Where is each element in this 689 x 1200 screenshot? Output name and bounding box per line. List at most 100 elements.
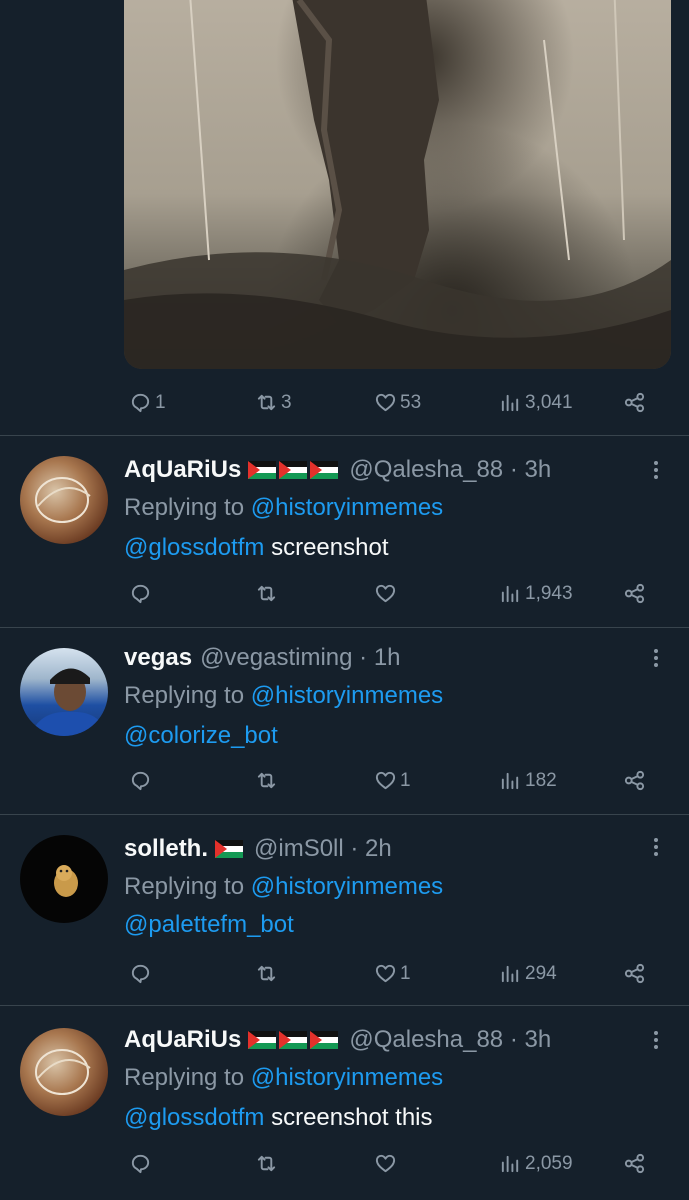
reply-tweet[interactable]: solleth. @imS0ll · 2h Replying to @histo…	[0, 815, 689, 1005]
retweet-icon	[257, 772, 276, 789]
views-button[interactable]: 182	[499, 769, 557, 792]
mention-link[interactable]: @glossdotfm	[124, 1104, 264, 1131]
share-button[interactable]	[623, 582, 646, 605]
heart-icon	[375, 584, 396, 603]
like-button[interactable]	[374, 582, 400, 605]
avatar[interactable]	[20, 456, 108, 544]
author-handle-time[interactable]: @imS0ll · 2h	[254, 835, 392, 863]
author-handle-time[interactable]: @Qalesha_88 · 3h	[349, 456, 551, 484]
tweet-text: @colorize_bot	[124, 722, 278, 750]
views-button[interactable]: 1,943	[499, 582, 573, 605]
more-options-button[interactable]	[646, 835, 666, 861]
retweet-count: 3	[281, 391, 292, 413]
more-options-button[interactable]	[646, 458, 666, 484]
flag-emojis	[248, 461, 341, 479]
like-button[interactable]	[374, 1152, 400, 1175]
tweet-text: @glossdotfm screenshot	[124, 534, 389, 562]
share-button[interactable]	[623, 391, 646, 414]
author-handle-time[interactable]: @vegastiming · 1h	[200, 644, 400, 672]
retweet-button[interactable]	[255, 582, 281, 605]
avatar[interactable]	[20, 1028, 108, 1116]
like-count: 1	[400, 962, 411, 984]
reply-icon	[131, 584, 150, 604]
replying-to-link[interactable]: @historyinmemes	[251, 494, 443, 521]
reply-icon	[131, 964, 150, 984]
retweet-button[interactable]	[255, 769, 281, 792]
tweet-text: @palettefm_bot	[124, 911, 294, 939]
like-button[interactable]: 1	[374, 962, 411, 985]
more-options-button[interactable]	[646, 1028, 666, 1054]
avatar-image	[35, 477, 91, 523]
palestine-flag-icon	[279, 1031, 308, 1049]
replying-to-link[interactable]: @historyinmemes	[251, 873, 443, 900]
replying-to-link[interactable]: @historyinmemes	[251, 1064, 443, 1091]
author-handle-time[interactable]: @Qalesha_88 · 3h	[349, 1026, 551, 1054]
share-icon	[624, 1153, 645, 1174]
share-icon	[624, 392, 645, 413]
tweet-body-text: screenshot this	[264, 1104, 433, 1131]
reply-button[interactable]: 1	[129, 391, 166, 414]
heart-icon	[375, 393, 396, 412]
replying-prefix: Replying to	[124, 494, 251, 521]
mention-link[interactable]: @colorize_bot	[124, 722, 278, 749]
share-button[interactable]	[623, 769, 646, 792]
reply-tweet[interactable]: AqUaRiUs @Qalesha_88 · 3h Replying to @h…	[0, 1006, 689, 1200]
retweet-icon	[257, 394, 276, 411]
reply-tweet[interactable]: vegas @vegastiming · 1h Replying to @his…	[0, 628, 689, 814]
reply-button[interactable]	[129, 769, 155, 792]
retweet-button[interactable]	[255, 962, 281, 985]
author-name[interactable]: vegas	[124, 644, 192, 672]
share-button[interactable]	[623, 1152, 646, 1175]
reply-button[interactable]	[129, 1152, 155, 1175]
share-icon	[624, 770, 645, 791]
avatar[interactable]	[20, 648, 108, 736]
tweet-text: @glossdotfm screenshot this	[124, 1104, 433, 1132]
share-button[interactable]	[623, 962, 646, 985]
palestine-flag-icon	[310, 1031, 339, 1049]
tweet-image[interactable]	[124, 0, 671, 369]
top-tweet-actions: 1 3 53 3,041	[0, 384, 689, 424]
reply-button[interactable]	[129, 582, 155, 605]
replying-to-link[interactable]: @historyinmemes	[251, 682, 443, 709]
views-icon	[501, 585, 519, 603]
author-name[interactable]: solleth.	[124, 835, 208, 863]
reply-count: 1	[155, 391, 166, 413]
replying-to-line: Replying to @historyinmemes	[124, 494, 443, 522]
mention-link[interactable]: @palettefm_bot	[124, 911, 294, 938]
avatar-image	[30, 668, 108, 736]
reply-button[interactable]	[129, 962, 155, 985]
author-line: vegas @vegastiming · 1h	[124, 644, 401, 672]
author-name[interactable]: AqUaRiUs	[124, 456, 241, 484]
mention-link[interactable]: @glossdotfm	[124, 534, 264, 561]
replying-to-line: Replying to @historyinmemes	[124, 1064, 443, 1092]
like-button[interactable]: 1	[374, 769, 411, 792]
avatar-image	[35, 1049, 91, 1095]
reply-tweet[interactable]: AqUaRiUs @Qalesha_88 · 3h Replying to @h…	[0, 436, 689, 626]
flag-emojis	[248, 1031, 341, 1049]
views-icon	[501, 394, 519, 412]
author-line: solleth. @imS0ll · 2h	[124, 835, 392, 863]
retweet-icon	[257, 965, 276, 982]
share-icon	[624, 583, 645, 604]
views-icon	[501, 965, 519, 983]
views-count: 182	[525, 769, 557, 791]
author-name[interactable]: AqUaRiUs	[124, 1026, 241, 1054]
retweet-button[interactable]	[255, 1152, 281, 1175]
like-button[interactable]: 53	[374, 391, 421, 414]
tweet-actions: 1 294	[0, 959, 689, 999]
reply-icon	[131, 393, 150, 413]
heart-icon	[375, 771, 396, 790]
flag-emojis	[215, 840, 246, 858]
retweet-button[interactable]: 3	[255, 391, 292, 414]
views-button[interactable]: 294	[499, 962, 557, 985]
reply-icon	[131, 1154, 150, 1174]
palestine-flag-icon	[215, 840, 244, 858]
avatar[interactable]	[20, 835, 108, 923]
retweet-icon	[257, 1155, 276, 1172]
views-button[interactable]: 2,059	[499, 1152, 573, 1175]
palestine-flag-icon	[248, 461, 277, 479]
views-button[interactable]: 3,041	[499, 391, 573, 414]
replying-to-line: Replying to @historyinmemes	[124, 682, 443, 710]
photo-illustration	[124, 0, 671, 369]
more-options-button[interactable]	[646, 646, 666, 672]
